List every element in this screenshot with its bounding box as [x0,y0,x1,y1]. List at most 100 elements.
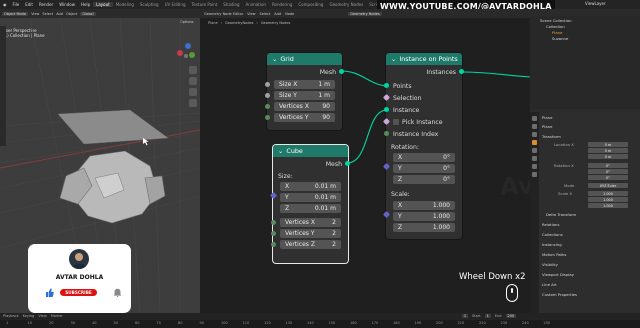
size-x-socket[interactable] [265,82,270,87]
menu-help[interactable]: Help [78,2,93,7]
timeline-ruler[interactable]: 1 10 20 30 40 50 60 70 80 90 100 110 120 130 140 150 160… [0,320,640,328]
node-editor[interactable]: Geometry Node Editor View Select Add Nod… [200,9,530,313]
object-mode-dropdown[interactable]: Object Mode [2,11,29,16]
vertices-x-field[interactable]: Vertices X 2 [280,218,341,227]
data-tab-icon[interactable] [532,172,537,177]
workspace-tab-compositing[interactable]: Compositing [295,2,326,7]
rotation-mode-dropdown[interactable]: XYZ Euler [588,183,628,188]
instance-on-points-node[interactable]: ⌄ Instance on Points Instances Points Sel… [382,53,464,239]
end-frame-field[interactable]: 250 [505,314,517,318]
location-z-field[interactable]: 0 m [588,154,628,159]
scale-z-field[interactable]: 1.000 [588,203,628,208]
outliner-item-suzanne[interactable]: Suzanne [552,36,568,41]
collapse-chevron-icon[interactable]: ⌄ [278,147,283,155]
size-y-field[interactable]: Y 0.01 m [280,193,341,202]
rotation-y-field[interactable]: Y 0° [393,164,455,173]
current-frame-field[interactable]: 1 [461,314,469,318]
pick-instance-row[interactable]: Pick Instance [386,117,462,127]
timeline-view-menu[interactable]: View [38,314,46,318]
rotation-z-field[interactable]: 0° [588,175,628,180]
delta-transform-panel[interactable]: Delta Transform [546,212,576,217]
workspace-tab-animation[interactable]: Animation [243,2,269,7]
vertices-y-field[interactable]: Vertices Y 90 [274,113,335,122]
plane-object[interactable] [57,109,169,145]
subscribe-button[interactable]: SUBSCRIBE [60,289,97,296]
object-tab-icon[interactable] [532,140,537,145]
location-x-field[interactable]: 0 m [588,142,628,147]
size-x-field[interactable]: Size X 1 m [274,80,335,89]
rotation-x-field[interactable]: X 0° [393,153,455,162]
constraint-tab-icon[interactable] [532,164,537,169]
keying-menu[interactable]: Keying [23,314,35,318]
instance-input-socket[interactable] [384,107,389,112]
grid-node[interactable]: ⌄ Grid Mesh Size X 1 m Size Y 1 m Vertices … [265,53,344,130]
size-y-socket[interactable] [265,93,270,98]
location-y-field[interactable]: 0 m [588,148,628,153]
physics-tab-icon[interactable] [532,156,537,161]
mesh-output-socket[interactable] [345,161,350,166]
vertices-x-field[interactable]: Vertices X 90 [274,102,335,111]
grid-node-header[interactable]: ⌄ Grid [267,53,342,65]
blender-logo-icon[interactable]: ◉ [0,2,10,7]
vertices-z-socket[interactable] [271,242,276,247]
scale-y-field[interactable]: 1.000 [588,197,628,202]
custom-properties-panel[interactable]: Custom Properties [542,292,577,297]
timeline[interactable]: Playback Keying View Marker 1 Start 1 En… [0,313,640,328]
object-menu[interactable]: Object [66,12,77,16]
workspace-tab-texture-paint[interactable]: Texture Paint [188,2,220,7]
select-menu[interactable]: Select [42,12,53,16]
collapse-chevron-icon[interactable]: ⌄ [391,55,396,63]
vertices-y-field[interactable]: Vertices Y 2 [280,229,341,238]
cube-node[interactable]: ⌄ Cube Mesh Size: X 0.01 m Y 0.01 m Z 0.01 m… [269,145,350,263]
instance-index-socket[interactable] [384,131,389,136]
transform-orientation-dropdown[interactable]: Global [80,11,96,16]
render-tab-icon[interactable] [532,124,537,129]
mesh-output-socket[interactable] [339,69,344,74]
workspace-tab-rendering[interactable]: Rendering [269,2,295,7]
instancing-panel[interactable]: Instancing [542,242,562,247]
menu-render[interactable]: Render [36,2,56,7]
workspace-tab-sculpting[interactable]: Sculpting [137,2,162,7]
outliner-item-plane[interactable]: Plane [552,30,562,35]
toolbar-strip[interactable] [0,26,6,146]
menu-window[interactable]: Window [56,2,78,7]
transform-panel-header[interactable]: Transform [542,134,561,139]
rotation-z-field[interactable]: Z 0° [393,175,455,184]
like-icon[interactable] [45,288,54,297]
scale-x-field[interactable]: X 1.000 [393,201,455,210]
relations-panel[interactable]: Relations [542,222,559,227]
workspace-tab-modeling[interactable]: Modeling [113,2,137,7]
viewport-nav-buttons[interactable] [189,66,197,107]
workspace-tab-geometry-nodes[interactable]: Geometry Nodes [326,2,366,7]
properties-tabs[interactable] [530,112,539,313]
vertices-y-socket[interactable] [271,231,276,236]
collapse-chevron-icon[interactable]: ⌄ [272,55,277,63]
cube-node-header[interactable]: ⌄ Cube [273,145,348,157]
scale-x-field[interactable]: 1.000 [588,191,628,196]
suzanne-object[interactable] [59,150,166,224]
outliner-item-collection[interactable]: Collection [546,24,565,29]
rotation-x-field[interactable]: 0° [588,163,628,168]
vertices-x-socket[interactable] [271,220,276,225]
outliner[interactable]: Scene Collection Collection Plane Suzann… [530,9,640,109]
object-name-field[interactable]: Plane [542,124,552,129]
pick-instance-checkbox[interactable] [393,119,399,125]
instances-output-socket[interactable] [459,69,464,74]
scale-y-field[interactable]: Y 1.000 [393,212,455,221]
output-tab-icon[interactable] [532,132,537,137]
scale-z-field[interactable]: Z 1.000 [393,223,455,232]
rotation-y-field[interactable]: 0° [588,169,628,174]
collections-panel[interactable]: Collections [542,232,563,237]
size-z-field[interactable]: Z 0.01 m [280,204,341,213]
workspace-tab-layout[interactable]: Layout [93,2,113,7]
line-art-panel[interactable]: Line Art [542,282,557,287]
properties-editor[interactable]: Plane Plane Transform Location X 0 m 0 m… [530,112,640,313]
marker-menu[interactable]: Marker [51,314,63,318]
playback-menu[interactable]: Playback [3,314,19,318]
tool-tab-icon[interactable] [532,116,537,121]
view-layer-selector[interactable]: ViewLayer [585,1,606,6]
start-frame-field[interactable]: 1 [484,314,491,318]
outliner-scene-collection[interactable]: Scene Collection [540,18,572,23]
instance-node-header[interactable]: ⌄ Instance on Points [386,53,462,65]
view-menu[interactable]: View [31,12,39,16]
